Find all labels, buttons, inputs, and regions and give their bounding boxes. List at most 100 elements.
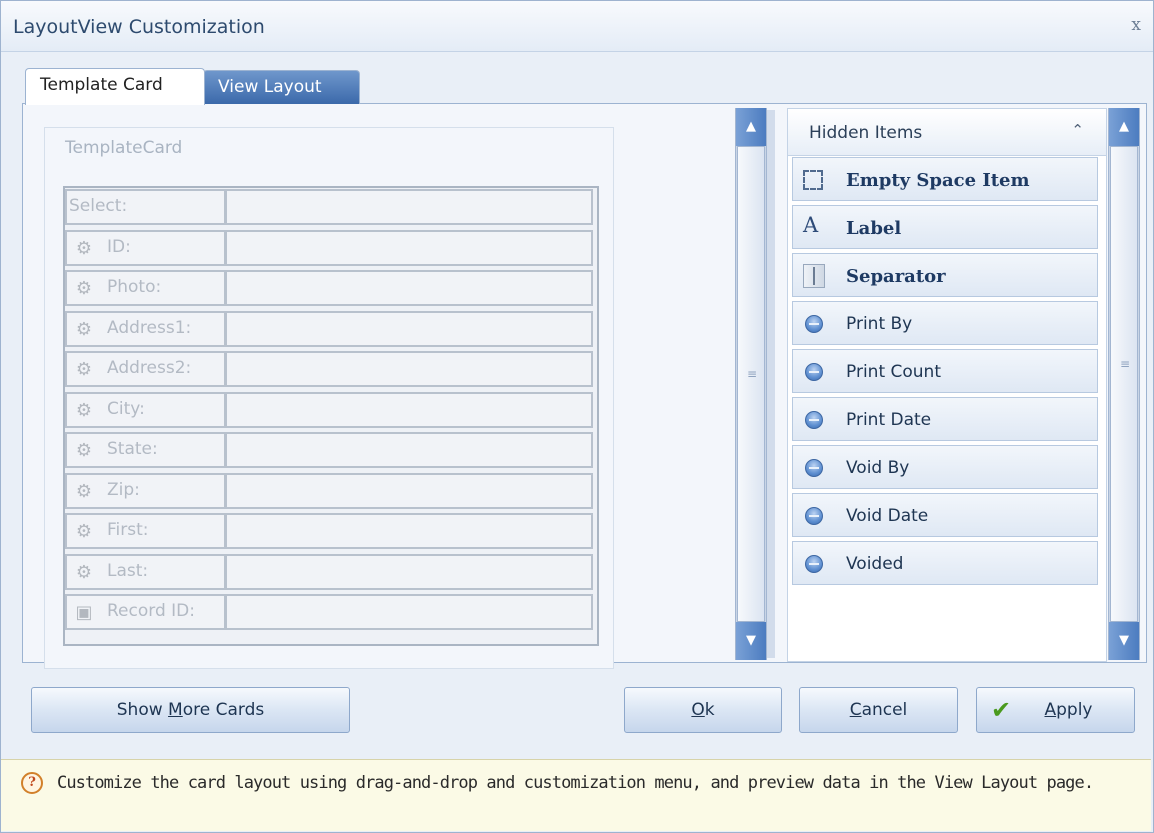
field-label: Record ID:: [107, 601, 195, 621]
key-field-icon: ⚙: [75, 440, 93, 461]
empty-space-icon: [803, 170, 823, 190]
scroll-up-button[interactable]: ▲: [1109, 108, 1139, 146]
tab-view-layout[interactable]: View Layout: [203, 70, 360, 104]
hidden-item-label: Void Date: [846, 506, 929, 526]
hint-text: Customize the card layout using drag-and…: [57, 773, 1094, 793]
field-value-cell: [225, 351, 593, 387]
field-label: Zip:: [107, 479, 140, 500]
checkmark-icon: ✔: [991, 696, 1012, 724]
hidden-item[interactable]: Separator: [792, 253, 1098, 297]
key-field-icon: ⚙: [75, 480, 93, 502]
key-field-icon: ⚙: [75, 521, 93, 542]
key-field-icon: ⚙: [75, 237, 93, 259]
scroll-thumb[interactable]: ≡: [737, 146, 765, 622]
close-icon[interactable]: x: [1131, 15, 1141, 35]
hidden-items-title: Hidden Items: [809, 123, 923, 143]
hidden-item[interactable]: Print Count: [792, 349, 1098, 393]
field-label-cell: ▣ Record ID:: [65, 594, 226, 630]
field-icon: [805, 411, 823, 429]
window-title: LayoutView Customization: [13, 16, 265, 38]
field-icon: [805, 315, 823, 333]
field-icon: [805, 555, 823, 573]
scroll-up-button[interactable]: ▲: [736, 108, 766, 146]
template-field-row[interactable]: Select:: [65, 187, 593, 225]
hidden-item-label: Print By: [846, 314, 913, 334]
field-label-cell: ⚙ City:: [65, 391, 226, 428]
field-label: First:: [107, 520, 149, 540]
template-field-row[interactable]: ⚙ Address1:: [65, 309, 593, 347]
template-field-row[interactable]: ▣ Record ID:: [65, 592, 593, 630]
field-label: Address1:: [107, 317, 192, 338]
ok-button[interactable]: Ok: [624, 687, 782, 733]
field-value-cell: [225, 513, 593, 549]
tab-template-card[interactable]: Template Card: [25, 68, 205, 105]
template-field-row[interactable]: ⚙ Zip:: [65, 471, 593, 509]
key-field-icon: ⚙: [75, 399, 93, 421]
field-value-cell: [225, 189, 593, 225]
hint-icon: ?: [21, 772, 43, 794]
field-value-cell: [225, 553, 593, 590]
hidden-item[interactable]: Void By: [792, 445, 1098, 489]
field-value-cell: [225, 594, 593, 630]
field-label: City:: [107, 398, 145, 419]
collapse-icon[interactable]: ⌃: [1071, 121, 1084, 139]
hidden-item-label: Label: [846, 218, 902, 239]
text-label-icon: A: [803, 213, 819, 237]
show-more-cards-button[interactable]: Show More Cards: [31, 687, 350, 733]
field-value-cell: [225, 432, 593, 468]
scroll-down-button[interactable]: ▼: [1109, 622, 1139, 660]
apply-button[interactable]: ✔ Apply: [976, 687, 1135, 733]
card-vertical-scrollbar[interactable]: ▲ ≡ ▼: [735, 108, 767, 660]
separator-icon: [803, 264, 825, 288]
field-value-cell: [225, 391, 593, 428]
hidden-item-label: Print Date: [846, 410, 932, 430]
scroll-thumb[interactable]: ≡: [1110, 146, 1138, 622]
key-field-icon: ⚙: [75, 359, 93, 380]
field-label-cell: ⚙ Address1:: [65, 310, 226, 347]
field-label-cell: ⚙ Photo:: [65, 270, 226, 306]
hidden-item[interactable]: Voided: [792, 541, 1098, 585]
field-label: State:: [107, 439, 158, 459]
key-field-icon: ⚙: [75, 318, 93, 340]
panel-splitter[interactable]: [767, 110, 775, 658]
field-label-cell: ⚙ First:: [65, 513, 226, 549]
cancel-button[interactable]: Cancel: [799, 687, 958, 733]
template-field-row[interactable]: ⚙ Photo:: [65, 268, 593, 306]
hidden-item-label: Print Count: [846, 362, 941, 382]
template-field-row[interactable]: ⚙ State:: [65, 430, 593, 468]
lock-field-icon: ▣: [75, 602, 93, 623]
hidden-item[interactable]: Print By: [792, 301, 1098, 345]
template-field-row[interactable]: ⚙ ID:: [65, 228, 593, 266]
field-value-cell: [225, 229, 593, 266]
field-label: ID:: [107, 236, 131, 257]
template-field-row[interactable]: ⚙ First:: [65, 511, 593, 549]
grip-icon: ≡: [1119, 357, 1131, 371]
hidden-item[interactable]: A Label: [792, 205, 1098, 249]
field-value-cell: [225, 270, 593, 306]
hidden-item[interactable]: Empty Space Item: [792, 157, 1098, 201]
scroll-down-button[interactable]: ▼: [736, 622, 766, 660]
hidden-item-label: Empty Space Item: [846, 170, 1030, 191]
hidden-item[interactable]: Print Date: [792, 397, 1098, 441]
hidden-item[interactable]: Void Date: [792, 493, 1098, 537]
hint-bar: ? Customize the card layout using drag-a…: [1, 759, 1151, 831]
key-field-icon: ⚙: [75, 561, 93, 583]
title-bar: LayoutView Customization x: [1, 1, 1153, 52]
field-label: Address2:: [107, 358, 192, 378]
field-label: Last:: [107, 560, 149, 581]
hidden-items-scrollbar[interactable]: ▲ ≡ ▼: [1108, 108, 1140, 660]
field-icon: [805, 459, 823, 477]
field-icon: [805, 507, 823, 525]
hidden-items-header[interactable]: Hidden Items ⌃: [788, 109, 1106, 156]
template-field-row[interactable]: ⚙ Address2:: [65, 349, 593, 387]
template-field-row[interactable]: ⚙ City:: [65, 390, 593, 428]
grip-icon: ≡: [746, 367, 758, 381]
hidden-item-label: Void By: [846, 458, 910, 478]
template-card-title: TemplateCard: [65, 138, 183, 158]
field-icon: [805, 363, 823, 381]
hidden-item-label: Separator: [846, 266, 946, 287]
hidden-item-label: Voided: [846, 554, 904, 574]
template-field-row[interactable]: ⚙ Last:: [65, 552, 593, 590]
field-value-cell: [225, 472, 593, 509]
key-field-icon: ⚙: [75, 278, 93, 299]
